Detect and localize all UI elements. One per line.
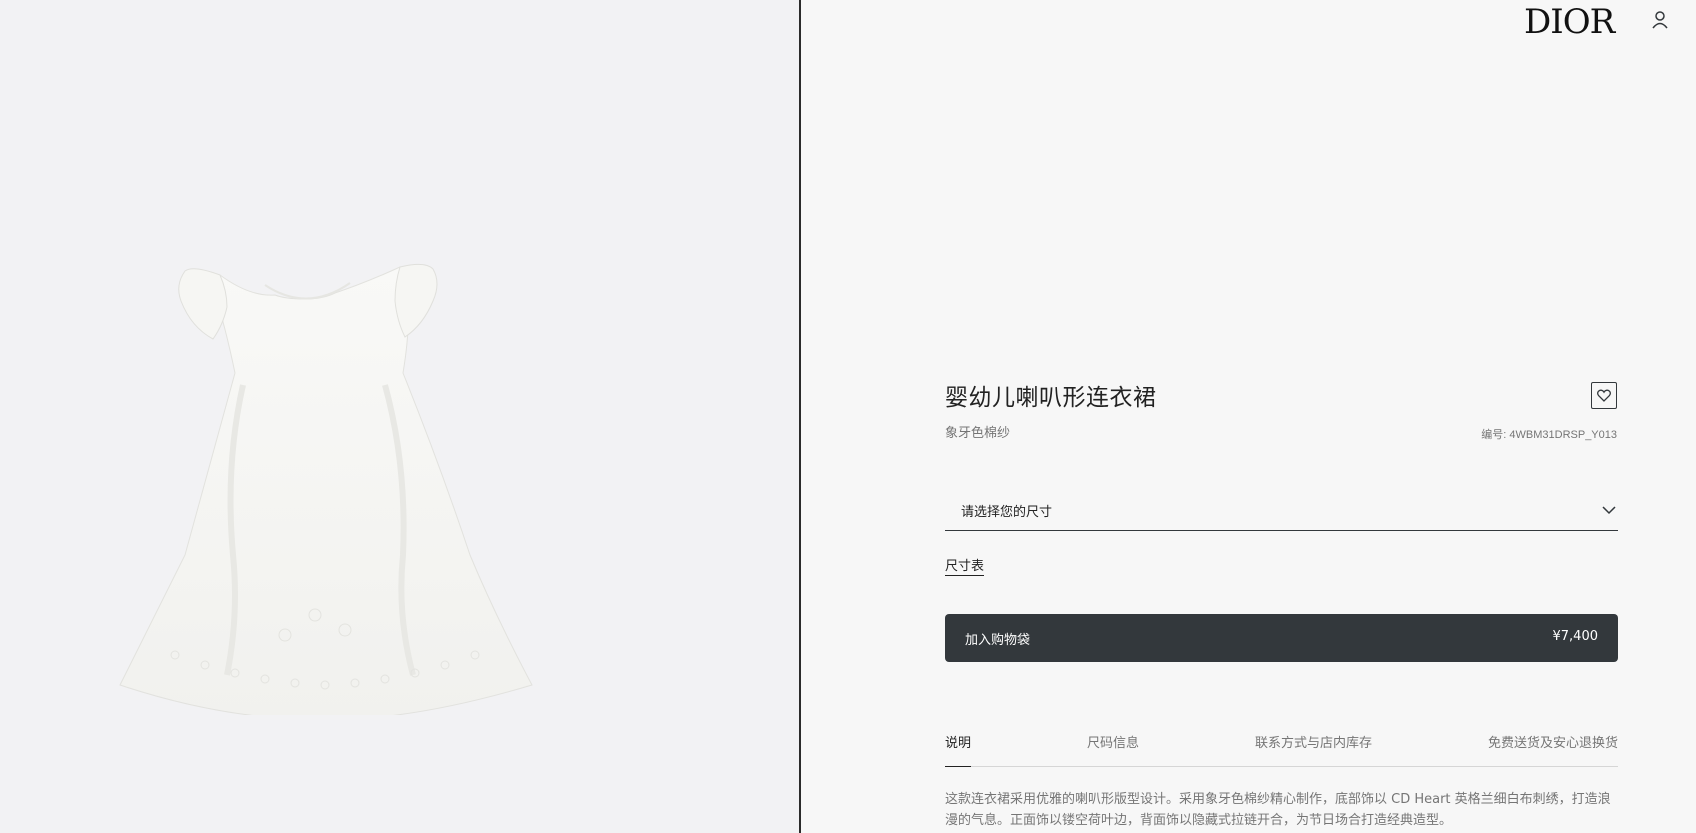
tab-delivery-returns[interactable]: 免费送货及安心退换货	[1488, 732, 1618, 751]
product-title: 婴幼儿喇叭形连衣裙	[945, 385, 1157, 411]
product-price: ¥7,400	[1552, 629, 1599, 644]
add-to-bag-button[interactable]: 加入购物袋 ¥7,400	[945, 614, 1618, 662]
heart-icon	[1597, 389, 1611, 402]
product-details-panel	[801, 0, 1696, 833]
product-image-panel	[0, 0, 799, 833]
wishlist-button[interactable]	[1591, 382, 1617, 409]
product-description: 这款连衣裙采用优雅的喇叭形版型设计。采用象牙色棉纱精心制作，底部饰以 CD He…	[945, 792, 1611, 828]
tab-contact-stock[interactable]: 联系方式与店内库存	[1255, 732, 1372, 751]
user-icon[interactable]	[1651, 10, 1669, 30]
product-info-tabs: 说明 尺码信息 联系方式与店内库存 免费送货及安心退换货	[945, 732, 1618, 767]
add-to-bag-label: 加入购物袋	[965, 633, 1031, 648]
size-select-label: 请选择您的尺寸	[961, 505, 1053, 520]
product-reference: 编号: 4WBM31DRSP_Y013	[1481, 429, 1617, 441]
tab-size-info[interactable]: 尺码信息	[1087, 732, 1139, 751]
product-color: 象牙色棉纱	[945, 426, 1011, 441]
chevron-down-icon	[1602, 506, 1616, 515]
size-select[interactable]: 请选择您的尺寸	[945, 496, 1618, 531]
white-dress-image	[119, 263, 533, 715]
dior-logo[interactable]: DIOR	[1524, 2, 1615, 42]
size-guide-link[interactable]: 尺寸表	[945, 555, 985, 576]
tab-description[interactable]: 说明	[945, 732, 972, 767]
